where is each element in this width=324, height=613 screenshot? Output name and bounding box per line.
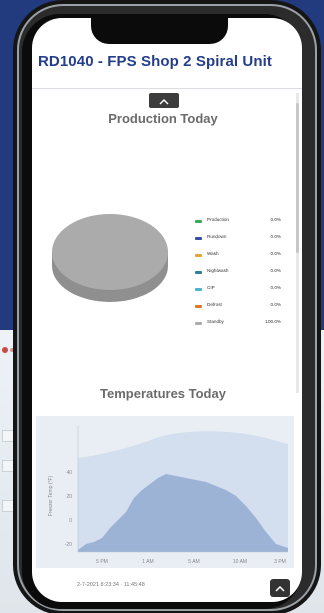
- scroll-to-top-button[interactable]: [270, 579, 290, 597]
- legend-item[interactable]: Production 0.0%: [195, 217, 283, 227]
- legend-label: Defrost: [207, 302, 222, 307]
- legend-value: 0.0%: [270, 234, 281, 239]
- collapse-button[interactable]: [149, 93, 179, 108]
- legend-value: 0.0%: [270, 268, 281, 273]
- legend-swatch: [195, 288, 202, 291]
- background-dot: [2, 347, 8, 353]
- pie-slice-standby: [52, 214, 168, 290]
- legend-value: 0.0%: [270, 302, 281, 307]
- x-tick-label: 10 AM: [233, 559, 247, 565]
- x-tick-label: 3 PM: [274, 559, 286, 565]
- production-pie-chart: [50, 200, 170, 305]
- legend-swatch: [195, 271, 202, 274]
- legend-value: 0.0%: [270, 251, 281, 256]
- legend-label: Production: [207, 217, 229, 222]
- legend-value: 0.0%: [270, 285, 281, 290]
- legend-swatch: [195, 305, 202, 308]
- x-tick-label: 5 PM: [96, 559, 108, 565]
- legend-label: Rundown: [207, 234, 227, 239]
- page-title: RD1040 - FPS Shop 2 Spiral Unit: [38, 53, 272, 70]
- phone-screen: RD1040 - FPS Shop 2 Spiral Unit Producti…: [32, 18, 302, 602]
- chevron-up-icon: [159, 92, 169, 110]
- x-tick-label: 5 AM: [188, 559, 199, 565]
- legend-swatch: [195, 254, 202, 257]
- legend-label: CIP: [207, 285, 215, 290]
- y-tick-label: -20: [65, 542, 72, 548]
- chart-timestamp: 2-7-2021 8:23:34 · 11:45:48: [77, 582, 145, 588]
- chevron-up-icon: [275, 579, 285, 597]
- legend-item[interactable]: Nightwash 0.0%: [195, 268, 283, 278]
- legend-swatch: [195, 237, 202, 240]
- x-tick-label: 1 AM: [142, 559, 153, 565]
- production-chart-title: Production Today: [108, 111, 218, 126]
- legend-item[interactable]: CIP 0.0%: [195, 285, 283, 295]
- y-axis-label: Freezer Temp (°F): [48, 475, 54, 516]
- legend-swatch: [195, 322, 202, 325]
- background-app-edge: [0, 410, 18, 560]
- legend-swatch: [195, 220, 202, 223]
- phone-notch: [91, 18, 228, 44]
- legend-item[interactable]: Standby 100.0%: [195, 319, 283, 329]
- header-divider: [32, 88, 302, 89]
- legend-item[interactable]: Defrost 0.0%: [195, 302, 283, 312]
- legend-label: Nightwash: [207, 268, 229, 273]
- temperatures-chart: 40 20 0 -20 Freezer Temp (°F) 5 PM 1 AM …: [36, 416, 294, 568]
- y-tick-label: 0: [69, 518, 72, 524]
- legend-item[interactable]: Rundown 0.0%: [195, 234, 283, 244]
- legend-label: Wash: [207, 251, 219, 256]
- y-tick-label: 20: [66, 494, 72, 500]
- legend-item[interactable]: Wash 0.0%: [195, 251, 283, 261]
- legend-value: 100.0%: [265, 319, 281, 324]
- scrollbar-thumb[interactable]: [296, 103, 299, 253]
- temperatures-chart-title: Temperatures Today: [100, 386, 226, 401]
- legend-value: 0.0%: [270, 217, 281, 222]
- legend-label: Standby: [207, 319, 224, 324]
- y-tick-label: 40: [66, 470, 72, 476]
